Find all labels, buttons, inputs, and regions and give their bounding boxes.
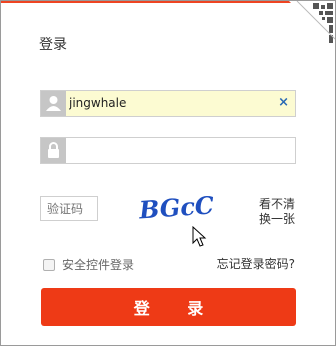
mouse-cursor-icon	[192, 226, 207, 247]
username-field[interactable]: ×	[40, 90, 296, 117]
page-title: 登录	[39, 37, 67, 53]
refresh-line-1: 看不清	[258, 197, 295, 211]
lock-icon	[41, 138, 66, 163]
login-button[interactable]: 登 录	[41, 288, 296, 326]
forgot-password-link[interactable]: 忘记登录密码?	[217, 255, 295, 272]
username-input[interactable]	[69, 93, 269, 113]
captcha-input[interactable]	[40, 196, 98, 221]
captcha-text: BGcC	[137, 190, 215, 224]
user-icon	[41, 91, 66, 116]
refresh-captcha-link[interactable]: 看不清 换一张	[257, 197, 297, 227]
login-panel: 登录 × BGcC 看不清 换一张 安全控件登录 忘记	[0, 0, 336, 346]
secure-control-checkbox[interactable]	[43, 258, 55, 271]
password-field[interactable]	[40, 137, 296, 164]
secure-control-login[interactable]: 安全控件登录	[43, 256, 134, 273]
clear-icon[interactable]: ×	[278, 95, 289, 111]
password-input[interactable]	[69, 140, 269, 160]
captcha-image[interactable]: BGcC	[135, 189, 215, 225]
accent-bar	[1, 1, 291, 3]
refresh-line-2: 换一张	[258, 212, 295, 226]
secure-control-label: 安全控件登录	[62, 258, 135, 272]
qr-code-icon[interactable]	[289, 1, 335, 47]
